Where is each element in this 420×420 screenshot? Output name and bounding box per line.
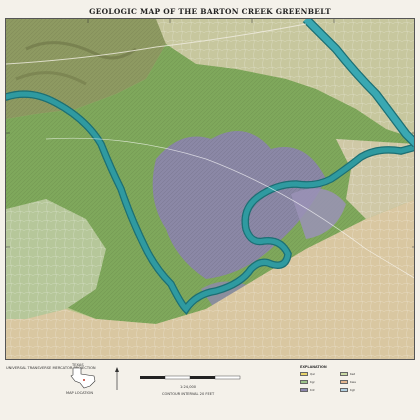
legend-swatch xyxy=(340,372,348,376)
legend-swatch xyxy=(340,388,348,392)
terrain-map[interactable] xyxy=(6,19,415,360)
legend-heading: EXPLANATION xyxy=(300,365,327,369)
map-location-label: MAP LOCATION xyxy=(66,391,94,395)
legend-label: Kdr xyxy=(310,388,315,392)
state-label: TEXAS xyxy=(72,363,84,367)
north-arrow-icon xyxy=(115,367,119,390)
map-title: GEOLOGIC MAP OF THE BARTON CREEK GREENBE… xyxy=(89,7,331,16)
legend-swatch xyxy=(340,380,348,384)
scale-label: 1:24,000 xyxy=(180,385,197,389)
legend-swatch xyxy=(300,380,308,384)
texas-locator-icon xyxy=(70,367,96,389)
legend-label: Ked xyxy=(350,372,356,376)
legend-item: Ked xyxy=(340,372,355,376)
legend-label: Kgr xyxy=(310,380,315,384)
legend-label: Qal xyxy=(310,372,315,376)
legend-label: Kgt xyxy=(350,388,355,392)
map-frame[interactable] xyxy=(5,18,415,360)
legend-item: Kwa xyxy=(340,380,356,384)
legend-swatch xyxy=(300,372,308,376)
legend-label: Kwa xyxy=(350,380,356,384)
legend-item: Kgr xyxy=(300,380,315,384)
legend-item: Kgt xyxy=(340,388,355,392)
legend-swatch xyxy=(300,388,308,392)
legend-item: Kdr xyxy=(300,388,315,392)
legend-strip: UNIVERSAL TRANSVERSE MERCATOR PROJECTION… xyxy=(0,362,420,420)
legend-item: Qal xyxy=(300,372,315,376)
contour-note: CONTOUR INTERVAL 20 FEET xyxy=(162,392,215,396)
scale-bar xyxy=(140,375,241,380)
map-sheet: GEOLOGIC MAP OF THE BARTON CREEK GREENBE… xyxy=(0,0,420,420)
